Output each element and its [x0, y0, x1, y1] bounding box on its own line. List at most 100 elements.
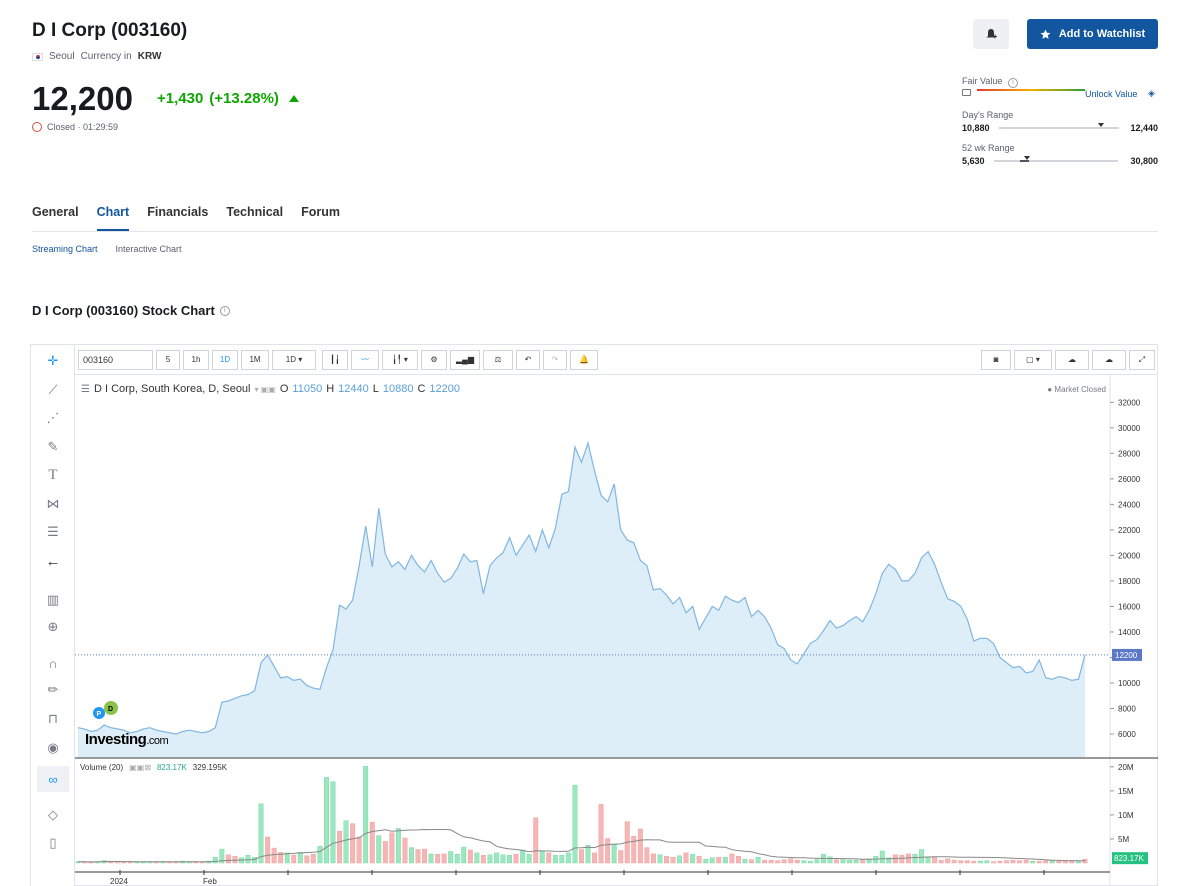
tab-forum[interactable]: Forum: [301, 205, 340, 231]
volume-bar: [709, 857, 715, 864]
link-icon[interactable]: ∞: [37, 766, 69, 792]
price-change: +1,430 (+13.28%): [157, 90, 299, 107]
volume-tick-label: 15M: [1118, 787, 1134, 796]
drawing-toolbar: ✛ ⟋ ⋰ ✎ T ⋈ ☰ ← ▥ ⊕ ∩ ✏ ⊓ ◉ ∞ ◇ ▯: [31, 345, 75, 886]
price-area-fill: [78, 443, 1085, 757]
volume-bar: [742, 859, 748, 864]
lock-drawing-icon[interactable]: ✏: [43, 680, 63, 700]
volume-bar: [827, 856, 833, 864]
area-chart-icon[interactable]: 〰: [351, 349, 379, 370]
volume-bar: [644, 847, 650, 864]
indicators-icon[interactable]: ▂▄▆: [450, 349, 480, 370]
tab-chart[interactable]: Chart: [96, 205, 130, 231]
layers-icon[interactable]: ◇: [43, 805, 63, 825]
volume-bar: [879, 850, 885, 864]
alert-icon[interactable]: 🔔: [570, 349, 598, 370]
volume-bar: [991, 861, 996, 864]
interval-1m[interactable]: 1M: [241, 349, 269, 370]
volume-bar: [873, 856, 879, 864]
measure-icon[interactable]: ▥: [43, 590, 63, 610]
y-tick-label: 26000: [1118, 475, 1141, 484]
zoom-in-icon[interactable]: ⊕: [43, 617, 63, 637]
volume-bar: [507, 855, 512, 864]
volume-bar: [127, 861, 133, 864]
exchange-meta: Seoul Currency in KRW: [32, 51, 161, 62]
volume-bar: [951, 859, 957, 864]
volume-bar: [422, 848, 427, 864]
crosshair-icon[interactable]: ✛: [43, 351, 63, 371]
open-label: O: [279, 383, 289, 395]
subtab-interactive-chart[interactable]: Interactive Chart: [116, 244, 182, 254]
market-closed-label: ● Market Closed: [1047, 385, 1106, 394]
volume-bar: [762, 859, 767, 864]
price-alert-button[interactable]: [973, 19, 1009, 49]
trash-icon[interactable]: ▯: [43, 833, 63, 853]
prediction-icon[interactable]: ☰: [43, 522, 63, 542]
undo-icon[interactable]: ↶: [516, 349, 540, 370]
volume-bar: [1036, 860, 1042, 864]
day-range-track: [999, 127, 1119, 129]
eye-icon[interactable]: ◉: [43, 738, 63, 758]
volume-tick-label: 20M: [1118, 763, 1134, 772]
magnet-icon[interactable]: ∩: [43, 653, 63, 673]
interval-select[interactable]: 1D ▾: [272, 349, 316, 370]
y-tick-label: 22000: [1118, 526, 1141, 535]
volume-bar: [389, 832, 395, 864]
screenshot-camera-icon[interactable]: ◙: [981, 349, 1011, 370]
dividend-badge-label: D: [108, 706, 113, 713]
tab-financials[interactable]: Financials: [147, 205, 208, 231]
trend-line-icon[interactable]: ⟋: [43, 380, 63, 400]
fullscreen-icon[interactable]: ⤢: [1129, 349, 1155, 370]
legend-toggle-icon[interactable]: ☰: [81, 384, 90, 395]
chart-pane[interactable]: 32000 30000 28000 26000 24000 22000 20000 18000…: [75, 375, 1158, 886]
volume-bar: [1030, 860, 1036, 864]
volume-bar: [461, 846, 467, 864]
day-low: 10,880: [962, 123, 990, 133]
candles-icon[interactable]: ┃╽: [322, 349, 348, 370]
brush-icon[interactable]: ✎: [43, 437, 63, 457]
info-icon[interactable]: i: [219, 305, 230, 316]
interval-1d[interactable]: 1D: [212, 349, 238, 370]
unlock-value-link[interactable]: Unlock Value: [1085, 89, 1137, 99]
interval-1h[interactable]: 1h: [183, 349, 209, 370]
tab-technical[interactable]: Technical: [226, 205, 283, 231]
pattern-icon[interactable]: ⋈: [43, 494, 63, 514]
tab-general[interactable]: General: [32, 205, 79, 231]
settings-gear-icon[interactable]: ⚙: [421, 349, 447, 370]
unlock-icon[interactable]: ⊓: [43, 709, 63, 729]
cloud-load-icon[interactable]: ☁: [1055, 349, 1089, 370]
volume-bar: [284, 852, 290, 864]
volume-bar: [323, 777, 329, 864]
chart-toolbar: 003160 5 1h 1D 1M 1D ▾ ┃╽ 〰 ╽╿ ▾ ⚙ ▂▄▆ ⚖…: [75, 345, 1158, 375]
exchange-name: Seoul: [49, 51, 75, 62]
redo-icon[interactable]: ↷: [543, 349, 567, 370]
add-to-watchlist-button[interactable]: Add to Watchlist: [1027, 19, 1158, 49]
volume-bar: [919, 849, 924, 864]
volume-bar: [637, 828, 643, 864]
cloud-save-icon[interactable]: ☁: [1092, 349, 1126, 370]
low-value: 10880: [382, 383, 414, 395]
bars-type-icon[interactable]: ╽╿ ▾: [382, 349, 418, 370]
volume-bar: [428, 853, 434, 864]
volume-bar: [337, 831, 342, 864]
back-arrow-icon[interactable]: ←: [43, 551, 63, 571]
symbol-input[interactable]: 003160: [78, 349, 153, 370]
legend-dropdown-icon[interactable]: ▾ ▣▣: [255, 385, 276, 394]
subtab-streaming-chart[interactable]: Streaming Chart: [32, 244, 98, 254]
interval-5[interactable]: 5: [156, 349, 180, 370]
text-tool-icon[interactable]: T: [43, 465, 63, 485]
volume-bar: [258, 803, 264, 864]
volume-bar: [297, 852, 303, 864]
fib-tool-icon[interactable]: ⋰: [43, 408, 63, 428]
up-arrow-icon: [288, 95, 299, 102]
day-range-label: Day's Range: [962, 110, 1014, 120]
volume-bar: [925, 857, 931, 864]
volume-legend-controls-icon[interactable]: ▣▣⊠: [129, 763, 151, 772]
stock-title: D I Corp (003160): [32, 20, 188, 41]
volume-bar: [618, 850, 624, 864]
watchlist-label: Add to Watchlist: [1058, 28, 1146, 40]
compare-icon[interactable]: ⚖: [483, 349, 513, 370]
fair-value-bar: [977, 89, 1085, 91]
color-box-icon[interactable]: ▢ ▾: [1014, 349, 1052, 370]
volume-bar: [775, 860, 781, 864]
